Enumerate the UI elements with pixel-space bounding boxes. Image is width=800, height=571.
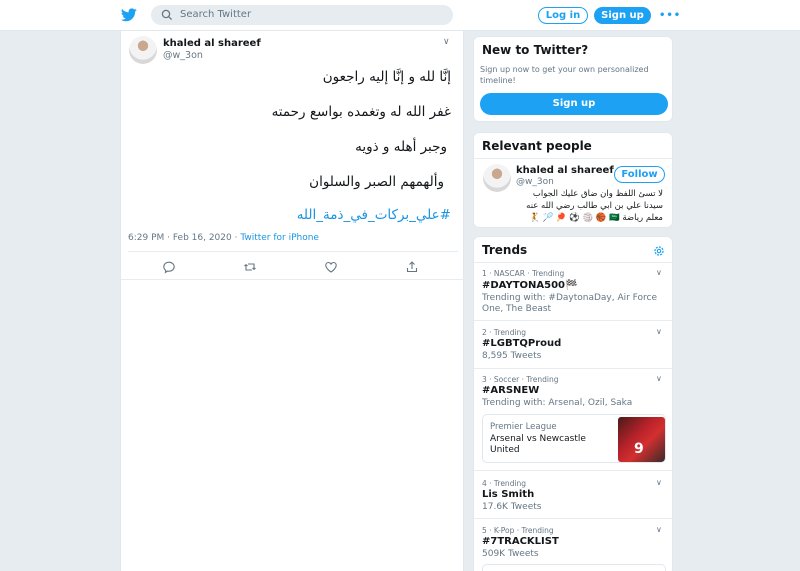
tweet-column: khaled al shareef @w_3on ∨ إنَّا لله و إ… xyxy=(120,31,465,571)
chevron-down-icon[interactable]: ∨ xyxy=(443,37,450,47)
profile-bio-line: سيدنا علي بن ابي طالب رضي الله عنه xyxy=(526,201,663,211)
signup-button[interactable]: Sign up xyxy=(594,7,651,24)
search-icon xyxy=(161,9,173,21)
trend-subtext: 17.6K Tweets xyxy=(482,502,542,512)
share-icon[interactable] xyxy=(405,260,419,274)
like-icon[interactable] xyxy=(324,260,338,274)
divider xyxy=(474,368,672,369)
news-headline[interactable]: Arsenal vs Newcastle United xyxy=(490,434,590,456)
profile-handle[interactable]: @w_3on xyxy=(516,177,554,187)
jersey-number: 9 xyxy=(634,441,644,457)
trend-name[interactable]: Lis Smith xyxy=(482,489,534,500)
tweet-author-name[interactable]: khaled al shareef xyxy=(163,38,261,49)
tweet-timestamp[interactable]: 6:29 PM · Feb 16, 2020 xyxy=(128,233,232,243)
more-options-icon[interactable]: ••• xyxy=(659,10,681,21)
trend-name[interactable]: #ARSNEW xyxy=(482,385,539,396)
new-to-twitter-card: New to Twitter? Sign up now to get your … xyxy=(473,36,673,122)
profile-name[interactable]: khaled al shareef xyxy=(516,165,614,176)
chevron-down-icon[interactable]: ∨ xyxy=(656,374,662,383)
trend-subtext: 8,595 Tweets xyxy=(482,351,542,361)
news-card[interactable] xyxy=(482,564,666,571)
trend-subtext: Trending with: Arsenal, Ozil, Saka xyxy=(482,398,633,408)
news-thumbnail[interactable]: 9 xyxy=(618,417,665,462)
trend-name[interactable]: #7TRACKLIST xyxy=(482,536,559,547)
divider xyxy=(128,251,458,252)
trend-subtext: 509K Tweets xyxy=(482,549,539,559)
divider xyxy=(474,470,672,471)
news-card[interactable]: Premier League Arsenal vs Newcastle Unit… xyxy=(482,414,666,463)
news-source: Premier League xyxy=(490,422,557,432)
tweet-source-link[interactable]: Twitter for iPhone xyxy=(240,233,319,243)
tweet-metadata: 6:29 PM · Feb 16, 2020 · Twitter for iPh… xyxy=(128,233,319,243)
trend-meta: 3 · Soccer · Trending xyxy=(482,375,559,384)
card-title: New to Twitter? xyxy=(482,43,589,57)
signup-button[interactable]: Sign up xyxy=(480,93,668,115)
trend-meta: 4 · Trending xyxy=(482,479,527,488)
top-navigation-bar: Search Twitter Log in Sign up ••• xyxy=(0,0,800,31)
trend-subtext: Trending with: #DaytonaDay, Air Force On… xyxy=(482,293,658,314)
trend-name[interactable]: #DAYTONA500🏁 xyxy=(482,280,577,291)
tweet-text-line: إنَّا لله و إنَّا إليه راجعون xyxy=(322,69,451,85)
follow-button[interactable]: Follow xyxy=(614,166,665,183)
card-title: Trends xyxy=(482,243,528,257)
avatar[interactable] xyxy=(483,164,511,192)
trend-meta: 1 · NASCAR · Trending xyxy=(482,269,565,278)
trend-meta: 2 · Trending xyxy=(482,328,527,337)
trend-meta: 5 · K-Pop · Trending xyxy=(482,526,554,535)
search-box[interactable]: Search Twitter xyxy=(151,5,453,25)
reply-icon[interactable] xyxy=(162,260,176,274)
tweet-author-handle[interactable]: @w_3on xyxy=(163,50,203,61)
card-title: Relevant people xyxy=(482,139,592,153)
profile-bio-line: لا تسئ اللفظ وان ضاق عليك الجواب xyxy=(532,189,663,199)
retweet-icon[interactable] xyxy=(243,260,257,274)
trend-name[interactable]: #LGBTQProud xyxy=(482,338,561,349)
tweet-text-line: غفر الله له وتغمده بواسع رحمته xyxy=(271,104,451,120)
tweet-text-line: وألهمهم الصبر والسلوان xyxy=(309,174,444,190)
divider xyxy=(474,518,672,519)
relevant-people-card: Relevant people khaled al shareef @w_3on… xyxy=(473,132,673,228)
avatar[interactable] xyxy=(129,36,157,64)
login-button[interactable]: Log in xyxy=(538,7,588,24)
chevron-down-icon[interactable]: ∨ xyxy=(656,478,662,487)
search-input[interactable]: Search Twitter xyxy=(180,9,251,20)
trends-card: Trends 1 · NASCAR · Trending ∨ #DAYTONA5… xyxy=(473,236,673,571)
chevron-down-icon[interactable]: ∨ xyxy=(656,525,662,534)
divider xyxy=(121,279,465,280)
divider xyxy=(474,158,672,159)
card-description: Sign up now to get your own personalized… xyxy=(480,65,649,85)
twitter-bird-icon[interactable] xyxy=(121,8,137,22)
divider xyxy=(474,320,672,321)
tweet-hashtag-link[interactable]: #علي_بركات_في_ذمة_الله xyxy=(297,207,451,223)
scrollbar[interactable] xyxy=(795,31,800,571)
profile-bio-line: معلم رياضة 🇸🇦 🏀 🏐 ⚽ 🏓 🏸 🤾 xyxy=(529,213,663,223)
divider xyxy=(474,262,672,263)
gear-icon[interactable] xyxy=(653,245,665,257)
chevron-down-icon[interactable]: ∨ xyxy=(656,327,662,336)
tweet-text-line: وجبر أهله و ذويه xyxy=(355,139,447,155)
chevron-down-icon[interactable]: ∨ xyxy=(656,268,662,277)
